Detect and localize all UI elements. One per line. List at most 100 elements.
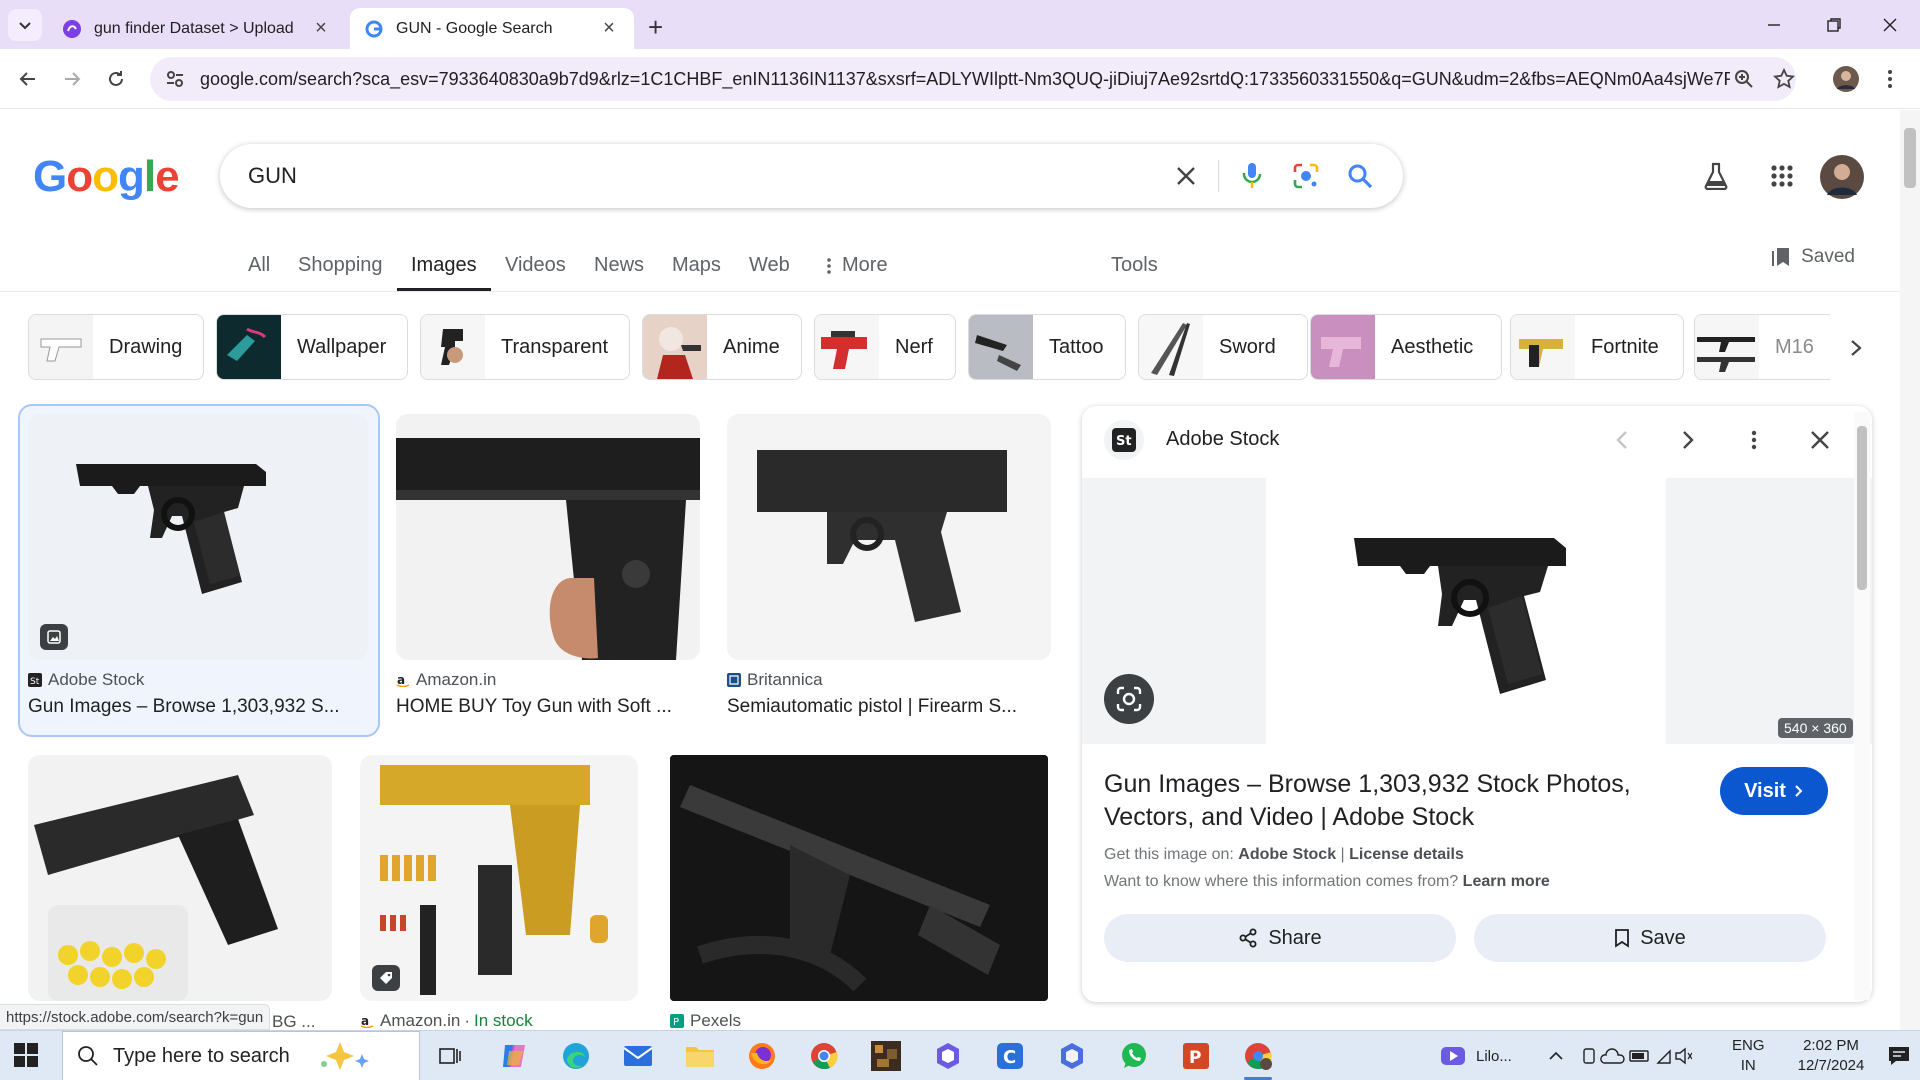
- result-caption[interactable]: Gun Images – Browse 1,303,932 S...: [28, 696, 368, 718]
- image-result[interactable]: a Amazon.in HOME BUY Toy Gun with Soft .…: [396, 414, 700, 718]
- search-labs-button[interactable]: [1700, 160, 1732, 192]
- new-tab-button[interactable]: +: [648, 12, 663, 43]
- tools-button[interactable]: Tools: [1111, 254, 1158, 287]
- tab-videos[interactable]: Videos: [505, 254, 566, 287]
- chips-next-button[interactable]: [1838, 330, 1874, 366]
- panel-scrollbar-thumb[interactable]: [1857, 426, 1867, 590]
- page-scrollbar-thumb[interactable]: [1904, 128, 1916, 188]
- taskbar-app-game[interactable]: [866, 1036, 906, 1076]
- close-tab-icon[interactable]: ×: [598, 17, 620, 40]
- tab-shopping[interactable]: Shopping: [298, 254, 383, 287]
- google-apps-button[interactable]: [1766, 160, 1798, 192]
- taskbar-app-hex[interactable]: [928, 1036, 968, 1076]
- chip-sword[interactable]: Sword: [1138, 314, 1308, 380]
- address-bar[interactable]: google.com/search?sca_esv=7933640830a9b7…: [150, 57, 1796, 101]
- image-result[interactable]: Britannica Semiautomatic pistol | Firear…: [727, 414, 1051, 718]
- taskbar-mail[interactable]: [618, 1036, 658, 1076]
- lens-button[interactable]: [1104, 674, 1154, 724]
- chip-tattoo[interactable]: Tattoo: [968, 314, 1126, 380]
- voice-search-button[interactable]: [1236, 160, 1268, 192]
- media-widget[interactable]: Lilo...: [1440, 1031, 1512, 1080]
- result-source[interactable]: P Pexels: [670, 1011, 1048, 1031]
- taskbar-app-c[interactable]: C: [990, 1036, 1030, 1076]
- taskbar-chrome-active[interactable]: [1238, 1036, 1278, 1080]
- image-result[interactable]: a Amazon.in · In stock: [360, 755, 638, 1031]
- close-panel-button[interactable]: [1800, 420, 1840, 460]
- taskbar-file-explorer[interactable]: [680, 1036, 720, 1076]
- tab-images[interactable]: Images: [397, 254, 491, 291]
- result-source[interactable]: a Amazon.in · In stock: [360, 1011, 638, 1031]
- search-input[interactable]: [248, 160, 1128, 192]
- chip-drawing[interactable]: Drawing: [28, 314, 204, 380]
- image-source-link[interactable]: Adobe Stock: [1238, 846, 1336, 863]
- result-source[interactable]: a Amazon.in: [396, 670, 700, 690]
- chip-anime[interactable]: Anime: [642, 314, 802, 380]
- previous-result-button[interactable]: [1602, 420, 1642, 460]
- tray-icons[interactable]: [1582, 1031, 1692, 1080]
- taskbar-firefox[interactable]: [742, 1036, 782, 1076]
- image-result[interactable]: [28, 755, 332, 1001]
- clear-search-button[interactable]: [1170, 160, 1202, 192]
- chip-wallpaper[interactable]: Wallpaper: [216, 314, 408, 380]
- learn-more-link[interactable]: Learn more: [1463, 873, 1550, 890]
- notifications-button[interactable]: [1888, 1031, 1910, 1080]
- result-caption[interactable]: HOME BUY Toy Gun with Soft ...: [396, 696, 700, 718]
- bookmark-star-button[interactable]: [1768, 63, 1800, 95]
- chip-nerf[interactable]: Nerf: [814, 314, 956, 380]
- clock[interactable]: 2:02 PM 12/7/2024: [1782, 1031, 1880, 1080]
- chip-aesthetic[interactable]: Aesthetic: [1310, 314, 1502, 380]
- taskbar-copilot[interactable]: [494, 1036, 534, 1076]
- account-avatar[interactable]: [1820, 155, 1864, 199]
- taskbar-edge[interactable]: [556, 1036, 596, 1076]
- back-button[interactable]: [12, 63, 44, 95]
- profile-avatar[interactable]: [1830, 63, 1862, 95]
- show-hidden-icons-button[interactable]: [1548, 1031, 1564, 1080]
- taskbar-search-box[interactable]: Type here to search: [62, 1031, 420, 1080]
- tab-all[interactable]: All: [248, 254, 270, 287]
- search-button[interactable]: [1344, 160, 1376, 192]
- taskbar-app-hex2[interactable]: [1052, 1036, 1092, 1076]
- save-button[interactable]: Save: [1474, 914, 1826, 962]
- panel-scrollbar[interactable]: [1854, 412, 1870, 1000]
- chip-fortnite[interactable]: Fortnite: [1510, 314, 1684, 380]
- forward-button[interactable]: [56, 63, 88, 95]
- input-language[interactable]: ENG IN: [1732, 1031, 1765, 1080]
- tab-maps[interactable]: Maps: [672, 254, 721, 287]
- panel-source-name[interactable]: Adobe Stock: [1166, 428, 1279, 451]
- start-button[interactable]: [14, 1043, 42, 1071]
- chip-m16[interactable]: M16: [1694, 314, 1830, 380]
- chip-transparent[interactable]: Transparent: [420, 314, 630, 380]
- taskbar-chrome[interactable]: [804, 1036, 844, 1076]
- tab-search-button[interactable]: [8, 9, 42, 41]
- preview-image[interactable]: [1266, 478, 1666, 744]
- panel-title[interactable]: Gun Images – Browse 1,303,932 Stock Phot…: [1104, 768, 1684, 834]
- next-result-button[interactable]: [1668, 420, 1708, 460]
- close-tab-icon[interactable]: ×: [310, 17, 332, 40]
- tab-news[interactable]: News: [594, 254, 644, 287]
- result-source-partial[interactable]: BG ...: [272, 1012, 315, 1032]
- task-view-button[interactable]: [430, 1036, 470, 1076]
- image-result[interactable]: St Adobe Stock Gun Images – Browse 1,303…: [28, 414, 368, 718]
- license-details-link[interactable]: License details: [1349, 846, 1464, 863]
- panel-more-button[interactable]: [1734, 420, 1774, 460]
- taskbar-powerpoint[interactable]: P: [1176, 1036, 1216, 1076]
- browser-tab-dataset[interactable]: gun finder Dataset > Upload ×: [48, 8, 346, 49]
- minimize-button[interactable]: [1750, 10, 1798, 40]
- result-source[interactable]: Britannica: [727, 670, 1051, 690]
- image-result[interactable]: P Pexels: [670, 755, 1048, 1031]
- result-caption[interactable]: Semiautomatic pistol | Firearm S...: [727, 696, 1051, 718]
- result-source[interactable]: St Adobe Stock: [28, 670, 368, 690]
- share-button[interactable]: Share: [1104, 914, 1456, 962]
- zoom-button[interactable]: [1728, 63, 1760, 95]
- page-scrollbar[interactable]: [1900, 110, 1920, 1030]
- tab-web[interactable]: Web: [749, 254, 790, 287]
- taskbar-whatsapp[interactable]: [1114, 1036, 1154, 1076]
- saved-button[interactable]: Saved: [1771, 246, 1855, 268]
- browser-menu-button[interactable]: [1874, 63, 1906, 95]
- restore-button[interactable]: [1810, 10, 1858, 40]
- tab-more[interactable]: More: [826, 254, 888, 287]
- close-window-button[interactable]: [1866, 10, 1914, 40]
- google-logo[interactable]: Google: [33, 152, 180, 202]
- browser-tab-google[interactable]: GUN - Google Search ×: [350, 8, 634, 49]
- site-info-icon[interactable]: [164, 68, 186, 90]
